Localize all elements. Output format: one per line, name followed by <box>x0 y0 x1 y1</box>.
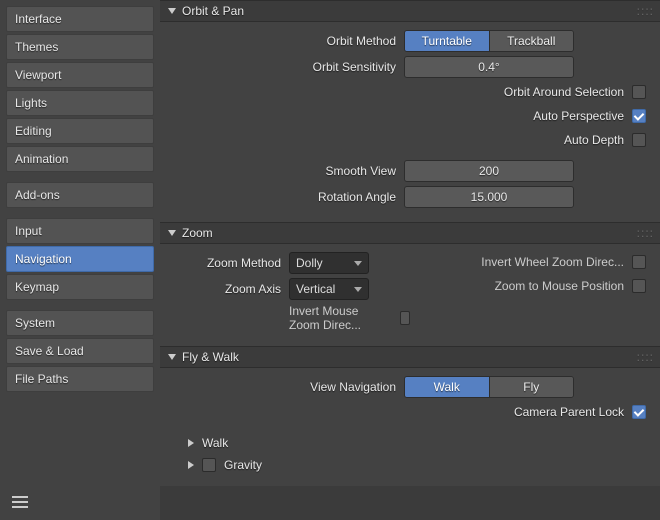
invert-mouse-zoom-label: Invert Mouse Zoom Direc... <box>289 304 392 332</box>
camera-parent-lock-label: Camera Parent Lock <box>514 405 624 419</box>
gravity-subpanel-header[interactable]: Gravity <box>174 454 646 476</box>
orbit-method-segmented: TurntableTrackball <box>404 30 574 52</box>
chevron-right-icon <box>188 461 194 469</box>
orbit-around-selection-checkbox[interactable] <box>632 85 646 99</box>
panel-title: Orbit & Pan <box>182 4 244 18</box>
zoom-method-select[interactable]: Dolly <box>289 252 369 274</box>
zoom-axis-label: Zoom Axis <box>174 282 289 296</box>
drag-grip-icon: :::: <box>637 226 654 240</box>
sidebar-item-themes[interactable]: Themes <box>6 34 154 60</box>
orbit-sensitivity-label: Orbit Sensitivity <box>174 60 404 74</box>
panel-header-fly-walk[interactable]: Fly & Walk :::: <box>160 346 660 368</box>
sidebar-item-viewport[interactable]: Viewport <box>6 62 154 88</box>
sidebar-item-file-paths[interactable]: File Paths <box>6 366 154 392</box>
auto-depth-label: Auto Depth <box>564 133 624 147</box>
zoom-to-mouse-checkbox[interactable] <box>632 279 646 293</box>
invert-wheel-zoom-label: Invert Wheel Zoom Direc... <box>481 255 624 269</box>
view-navigation-segmented: WalkFly <box>404 376 574 398</box>
view-nav-option-fly[interactable]: Fly <box>489 377 574 397</box>
sidebar-item-interface[interactable]: Interface <box>6 6 154 32</box>
zoom-axis-select[interactable]: Vertical <box>289 278 369 300</box>
chevron-down-icon <box>168 8 176 14</box>
auto-perspective-checkbox[interactable] <box>632 109 646 123</box>
panel-title: Zoom <box>182 226 213 240</box>
orbit-method-label: Orbit Method <box>174 34 404 48</box>
sidebar-item-editing[interactable]: Editing <box>6 118 154 144</box>
rotation-angle-label: Rotation Angle <box>174 190 404 204</box>
preferences-sidebar: InterfaceThemesViewportLightsEditingAnim… <box>0 0 160 520</box>
sidebar-item-keymap[interactable]: Keymap <box>6 274 154 300</box>
walk-subpanel-header[interactable]: Walk <box>174 432 646 454</box>
invert-wheel-zoom-checkbox[interactable] <box>632 255 646 269</box>
invert-mouse-zoom-checkbox[interactable] <box>400 311 411 325</box>
rotation-angle-field[interactable]: 15.000 <box>404 186 574 208</box>
chevron-down-icon <box>168 354 176 360</box>
orbit-method-option-trackball[interactable]: Trackball <box>489 31 574 51</box>
sidebar-item-animation[interactable]: Animation <box>6 146 154 172</box>
chevron-right-icon <box>188 439 194 447</box>
sidebar-item-system[interactable]: System <box>6 310 154 336</box>
sidebar-item-save-load[interactable]: Save & Load <box>6 338 154 364</box>
auto-depth-checkbox[interactable] <box>632 133 646 147</box>
zoom-to-mouse-label: Zoom to Mouse Position <box>495 279 624 293</box>
smooth-view-field[interactable]: 200 <box>404 160 574 182</box>
orbit-sensitivity-field[interactable]: 0.4° <box>404 56 574 78</box>
chevron-down-icon <box>354 261 362 266</box>
auto-perspective-label: Auto Perspective <box>533 109 624 123</box>
gravity-checkbox[interactable] <box>202 458 216 472</box>
drag-grip-icon: :::: <box>637 4 654 18</box>
orbit-around-selection-label: Orbit Around Selection <box>504 85 624 99</box>
orbit-method-option-turntable[interactable]: Turntable <box>405 31 489 51</box>
preferences-menu-button[interactable] <box>6 490 154 514</box>
sidebar-item-lights[interactable]: Lights <box>6 90 154 116</box>
sidebar-item-add-ons[interactable]: Add-ons <box>6 182 154 208</box>
sidebar-item-input[interactable]: Input <box>6 218 154 244</box>
drag-grip-icon: :::: <box>637 350 654 364</box>
hamburger-icon <box>12 496 28 508</box>
panel-header-zoom[interactable]: Zoom :::: <box>160 222 660 244</box>
zoom-method-label: Zoom Method <box>174 256 289 270</box>
view-nav-option-walk[interactable]: Walk <box>405 377 489 397</box>
smooth-view-label: Smooth View <box>174 164 404 178</box>
camera-parent-lock-checkbox[interactable] <box>632 405 646 419</box>
sidebar-item-navigation[interactable]: Navigation <box>6 246 154 272</box>
panel-title: Fly & Walk <box>182 350 239 364</box>
panel-body-orbit-pan: Orbit Method TurntableTrackball Orbit Se… <box>160 22 660 222</box>
view-navigation-label: View Navigation <box>174 380 404 394</box>
panel-body-fly-walk: View Navigation WalkFly Camera Parent Lo… <box>160 368 660 486</box>
panel-body-zoom: Zoom Method Dolly Zoom Axis Vertical Inv… <box>160 244 660 346</box>
chevron-down-icon <box>354 287 362 292</box>
chevron-down-icon <box>168 230 176 236</box>
preferences-content: Orbit & Pan :::: Orbit Method TurntableT… <box>160 0 660 520</box>
panel-header-orbit-pan[interactable]: Orbit & Pan :::: <box>160 0 660 22</box>
